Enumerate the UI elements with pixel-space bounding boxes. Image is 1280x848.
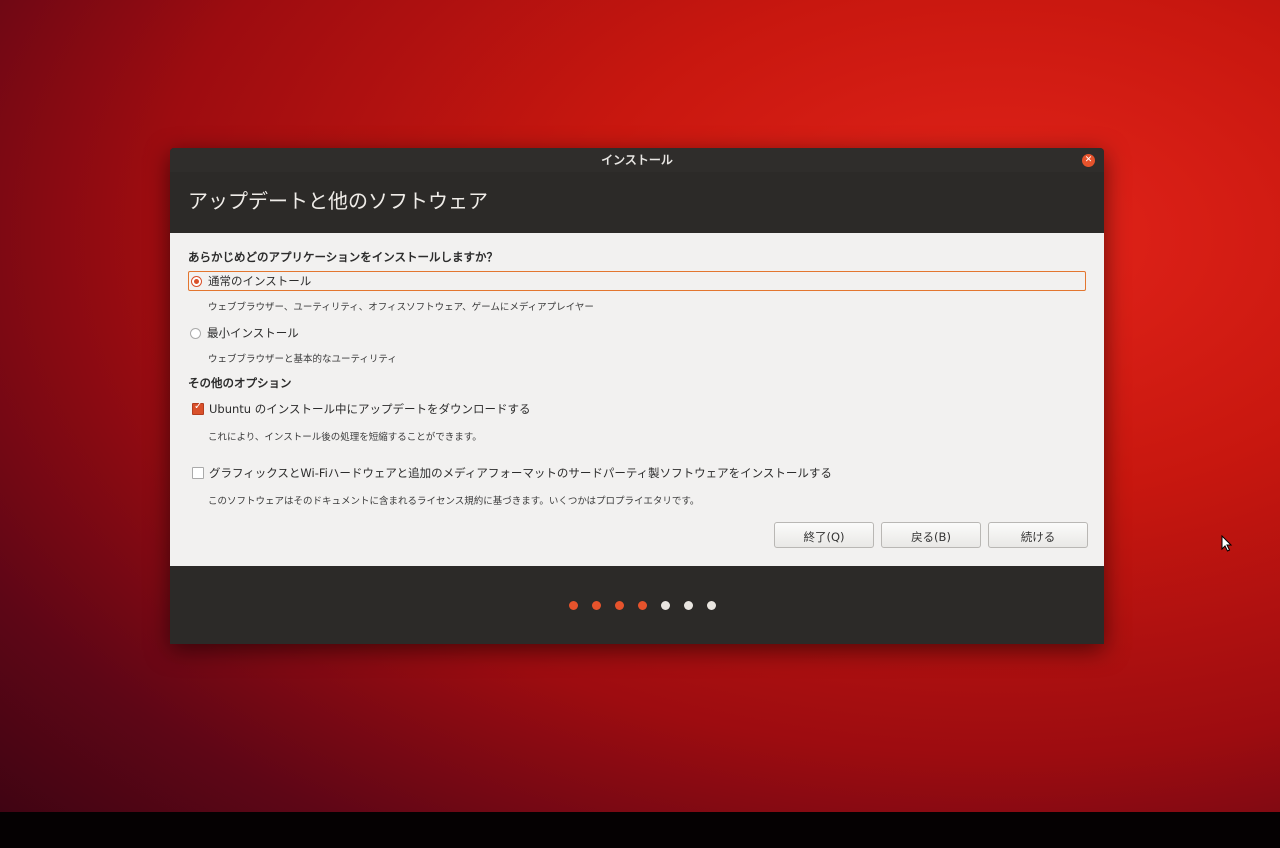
progress-footer bbox=[170, 566, 1104, 644]
third-party-option[interactable]: グラフィックスとWi-Fiハードウェアと追加のメディアフォーマットのサードパーテ… bbox=[188, 465, 1086, 481]
install-type-question: あらかじめどのアプリケーションをインストールしますか？ bbox=[188, 250, 499, 264]
progress-dot bbox=[568, 600, 578, 610]
progress-dot bbox=[683, 600, 693, 610]
minimal-install-radio[interactable] bbox=[190, 327, 201, 339]
progress-dots bbox=[568, 600, 716, 610]
progress-dot bbox=[614, 600, 624, 610]
close-icon[interactable]: ✕ bbox=[1082, 154, 1095, 167]
other-options-title: その他のオプション bbox=[188, 376, 292, 390]
desktop-background: インストール ✕ アップデートと他のソフトウェア あらかじめどのアプリケーション… bbox=[0, 0, 1280, 848]
download-updates-checkbox[interactable] bbox=[192, 401, 204, 415]
download-updates-description: これにより、インストール後の処理を短縮することができます。 bbox=[208, 432, 482, 443]
screen-bottom-edge bbox=[0, 812, 1280, 848]
window-title: インストール bbox=[601, 153, 673, 167]
third-party-description: このソフトウェアはそのドキュメントに含まれるライセンス規約に基づきます。いくつか… bbox=[208, 496, 700, 507]
continue-button[interactable]: 続ける bbox=[988, 522, 1088, 548]
normal-install-description: ウェブブラウザー、ユーティリティ、オフィスソフトウェア、ゲームにメディアプレイヤ… bbox=[208, 302, 594, 313]
progress-dot bbox=[706, 600, 716, 610]
normal-install-label: 通常のインストール bbox=[208, 274, 312, 288]
page-title: アップデートと他のソフトウェア bbox=[170, 172, 1104, 233]
download-updates-option[interactable]: Ubuntu のインストール中にアップデートをダウンロードする bbox=[188, 401, 1086, 417]
quit-button[interactable]: 終了(Q) bbox=[774, 522, 874, 548]
third-party-label: グラフィックスとWi-Fiハードウェアと追加のメディアフォーマットのサードパーテ… bbox=[209, 466, 832, 480]
normal-install-radio[interactable] bbox=[191, 275, 202, 287]
back-button[interactable]: 戻る(B) bbox=[881, 522, 981, 548]
third-party-checkbox[interactable] bbox=[192, 467, 204, 479]
progress-dot bbox=[637, 600, 647, 610]
normal-install-option[interactable]: 通常のインストール bbox=[188, 271, 1086, 291]
window-titlebar[interactable]: インストール ✕ bbox=[170, 148, 1104, 172]
progress-dot bbox=[591, 600, 601, 610]
minimal-install-option[interactable]: 最小インストール bbox=[188, 323, 1086, 343]
installer-window: インストール ✕ アップデートと他のソフトウェア あらかじめどのアプリケーション… bbox=[170, 148, 1104, 644]
installer-content: あらかじめどのアプリケーションをインストールしますか？ 通常のインストール ウェ… bbox=[170, 233, 1104, 566]
minimal-install-description: ウェブブラウザーと基本的なユーティリティ bbox=[208, 354, 397, 365]
button-bar: 終了(Q) 戻る(B) 続ける bbox=[774, 522, 1088, 548]
download-updates-label: Ubuntu のインストール中にアップデートをダウンロードする bbox=[209, 402, 531, 416]
progress-dot bbox=[660, 600, 670, 610]
minimal-install-label: 最小インストール bbox=[207, 326, 299, 340]
